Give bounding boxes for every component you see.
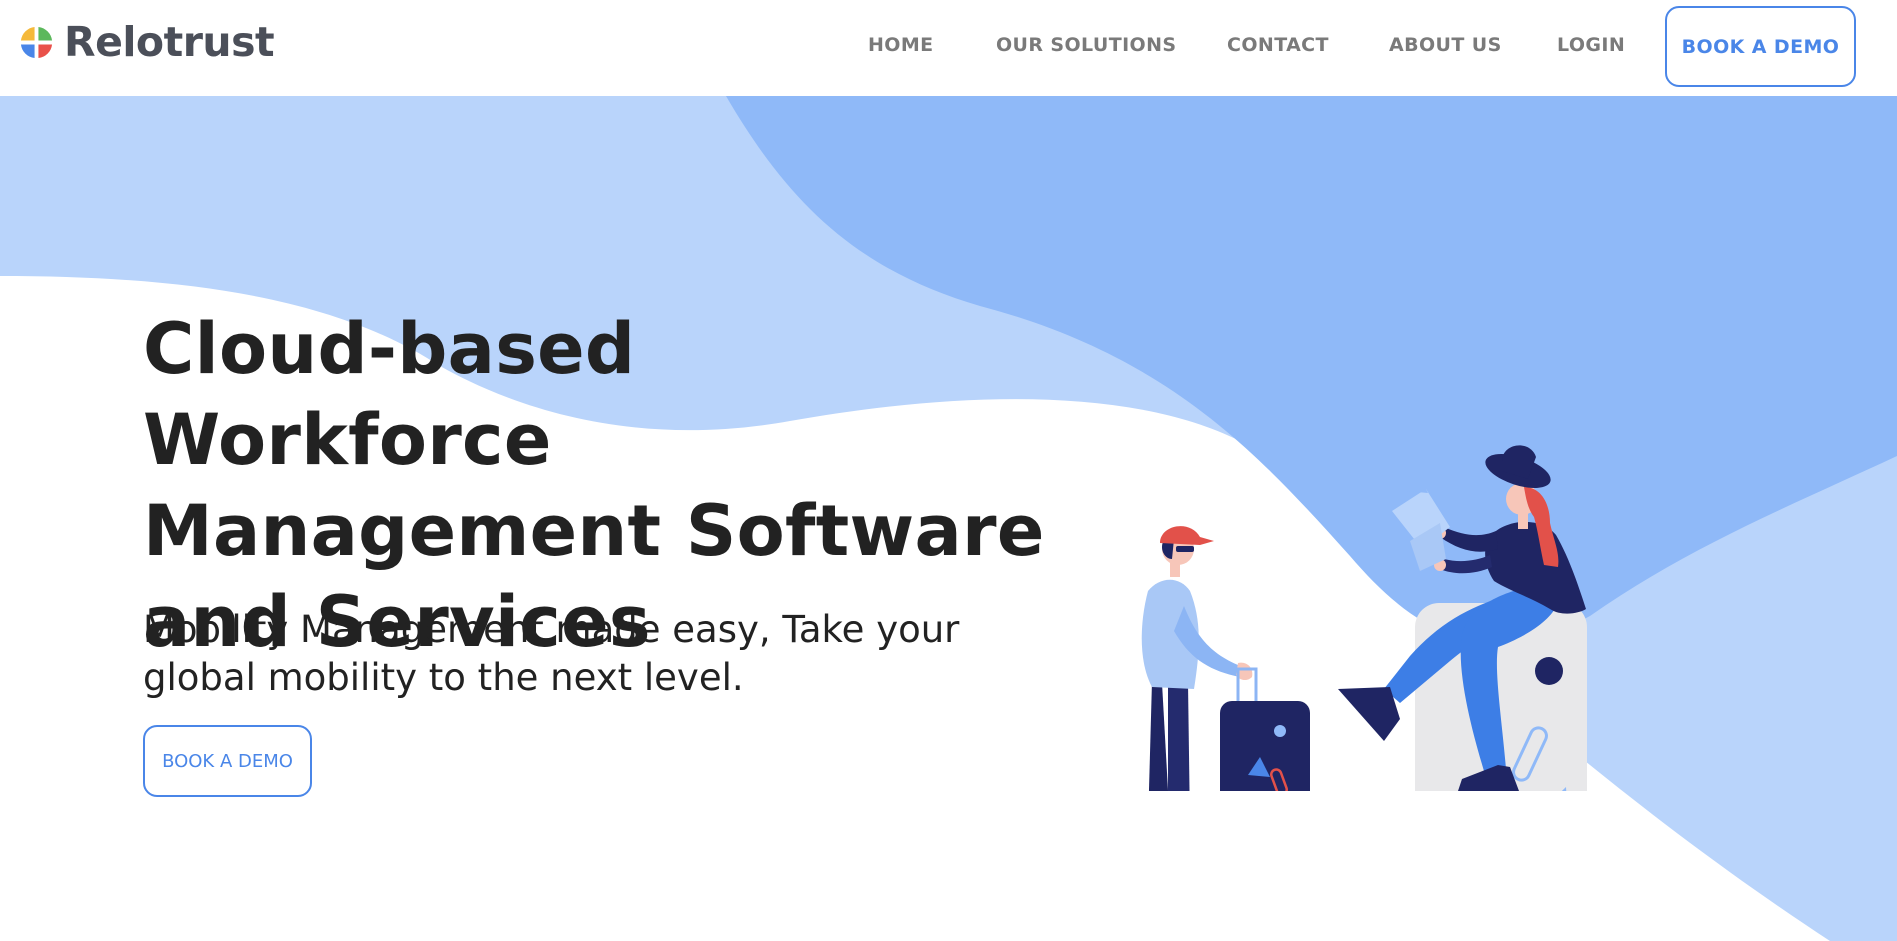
nav-contact[interactable]: CONTACT <box>1227 30 1329 60</box>
hero-section: Cloud-based Workforce Management Softwar… <box>0 96 1897 941</box>
logo-text: Relotrust <box>64 18 275 66</box>
header-book-demo-button[interactable]: BOOK A DEMO <box>1665 6 1856 87</box>
hero-subtitle-line-2: global mobility to the next level. <box>143 656 744 699</box>
site-header: Relotrust HOME OUR SOLUTIONS CONTACT ABO… <box>0 0 1897 96</box>
hero-title-line-1: Cloud-based Workforce <box>143 308 636 481</box>
nav-our-solutions[interactable]: OUR SOLUTIONS <box>996 30 1177 60</box>
small-suitcase-icon <box>1220 667 1310 791</box>
hero-subtitle: Mobility Management made easy, Take your… <box>143 606 1023 702</box>
hero-title-line-2: Management Software <box>143 490 1045 572</box>
hero-subtitle-line-1: Mobility Management made easy, Take your <box>143 608 960 651</box>
logo[interactable]: Relotrust <box>19 18 275 66</box>
travelers-illustration <box>1141 445 1587 791</box>
nav-login[interactable]: LOGIN <box>1557 30 1625 60</box>
nav-about-us[interactable]: ABOUT US <box>1389 30 1502 60</box>
nav-home[interactable]: HOME <box>868 30 934 60</box>
logo-icon <box>20 26 53 58</box>
hero-book-demo-button[interactable]: BOOK A DEMO <box>143 725 312 797</box>
